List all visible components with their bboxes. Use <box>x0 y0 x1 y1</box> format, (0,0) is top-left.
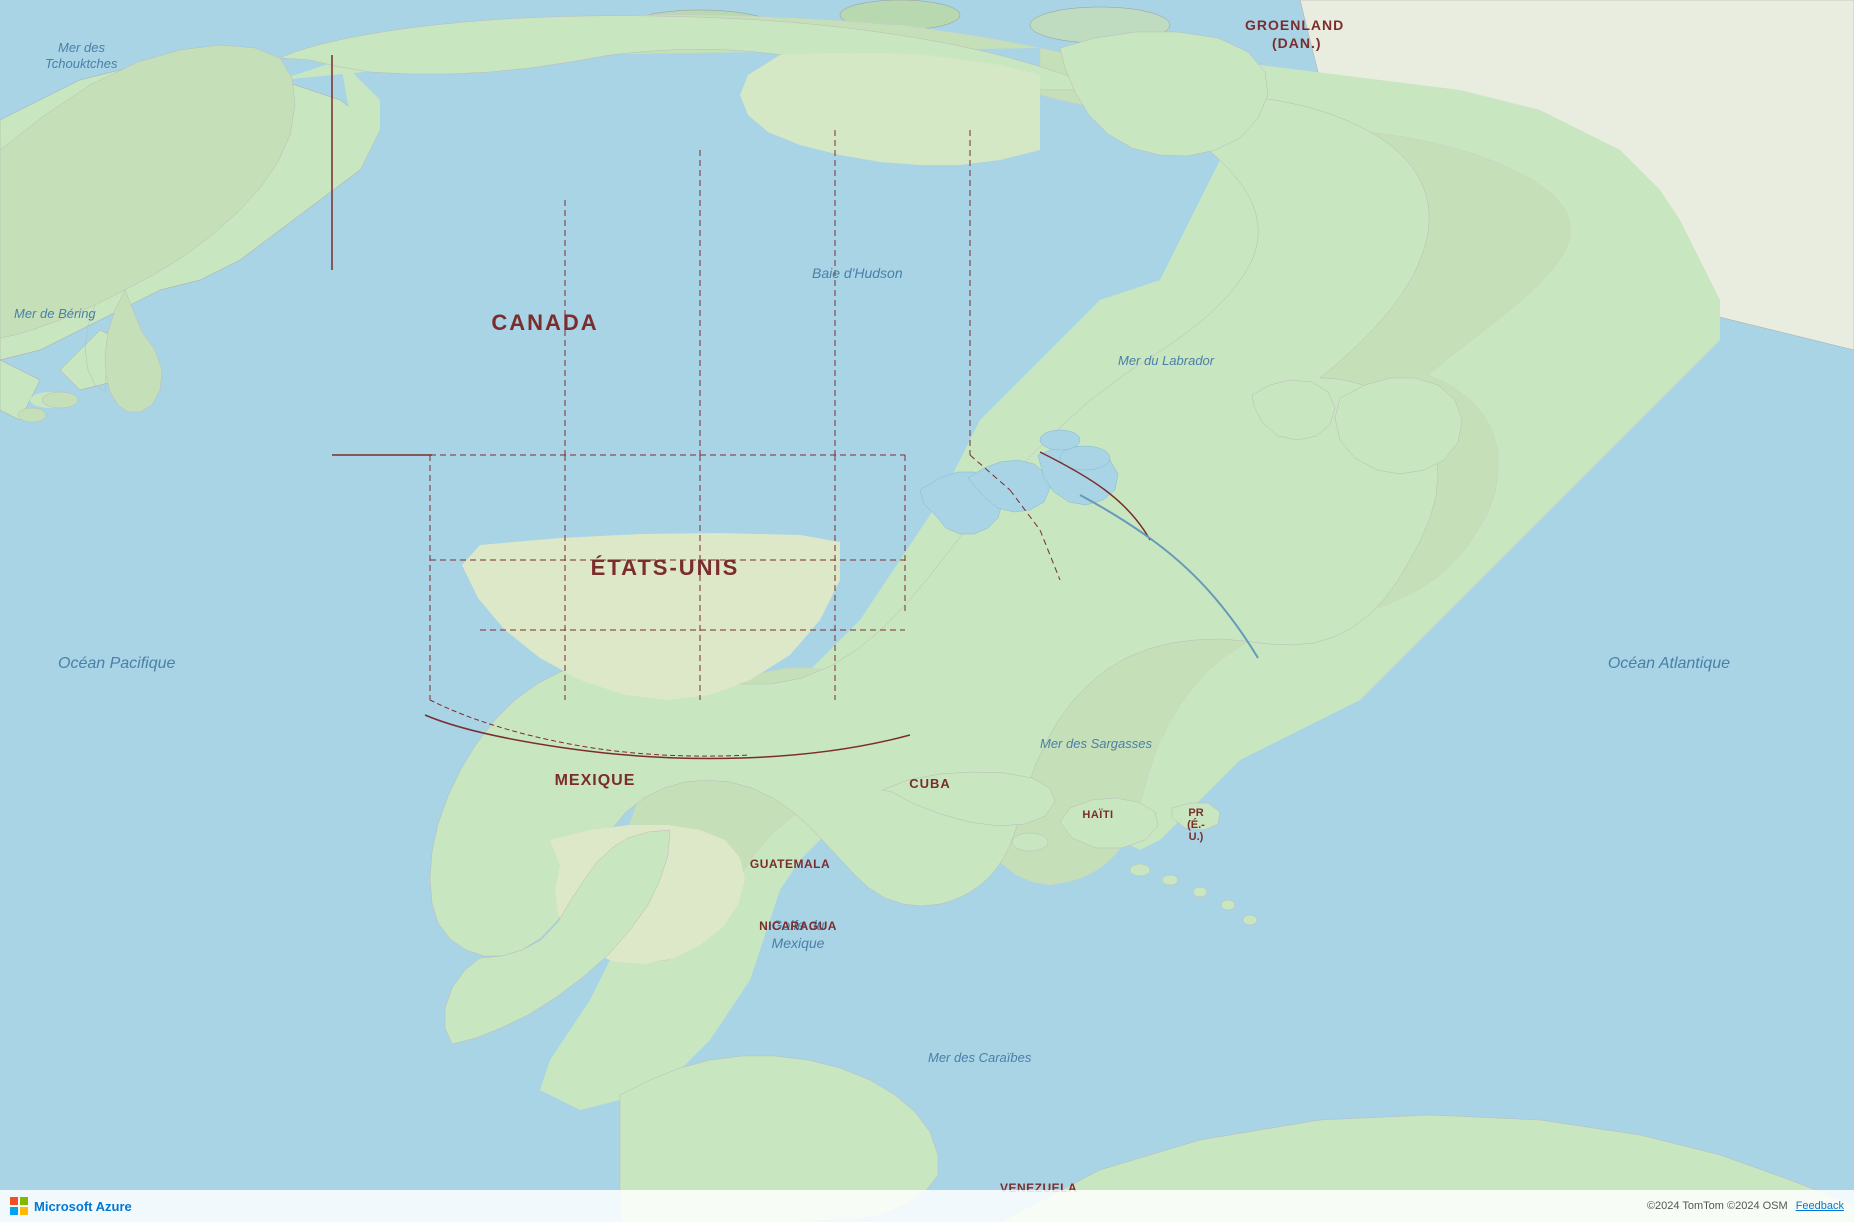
mexico-label: MEXIQUE <box>555 772 636 789</box>
azure-text: Microsoft Azure <box>34 1199 132 1214</box>
groenland-label: GROENLAND <box>1245 17 1344 33</box>
copyright-text: ©2024 TomTom ©2024 OSM <box>1647 1200 1788 1212</box>
pr-label3: U.) <box>1189 831 1204 843</box>
map-container: CANADA ÉTATS-UNIS MEXIQUE Mer des Tchouk… <box>0 0 1854 1222</box>
feedback-link[interactable]: Feedback <box>1796 1200 1844 1212</box>
mer-caraibes-label: Mer des Caraïbes <box>928 1050 1032 1065</box>
map-svg: CANADA ÉTATS-UNIS MEXIQUE Mer des Tchouk… <box>0 0 1854 1222</box>
ocean-pacifique-label: Océan Pacifique <box>58 655 176 672</box>
pr-label: PR <box>1188 807 1203 819</box>
mer-labrador-label: Mer du Labrador <box>1118 353 1215 368</box>
mer-tchouktches-label: Mer des <box>58 40 105 55</box>
microsoft-logo-icon <box>10 1197 28 1215</box>
groenland-dan-label: (DAN.) <box>1272 35 1322 51</box>
us-label: ÉTATS-UNIS <box>591 555 740 580</box>
baie-hudson-label: Baie d'Hudson <box>812 265 903 281</box>
nicaragua-label: NICARAGUA <box>759 919 837 933</box>
canada-label: CANADA <box>491 310 598 335</box>
mer-bering-label: Mer de Béring <box>14 306 96 321</box>
cuba-label: CUBA <box>909 776 951 791</box>
haiti-label: HAÏTI <box>1082 808 1113 821</box>
guatemala-label: GUATEMALA <box>750 857 830 871</box>
microsoft-azure-logo: Microsoft Azure <box>10 1197 132 1215</box>
golfe-mexique-label2: Mexique <box>772 935 825 951</box>
pr-label2: (É.- <box>1187 818 1205 831</box>
mer-tchouktches-label2: Tchouktches <box>45 56 118 71</box>
mer-sargasses-label: Mer des Sargasses <box>1040 736 1152 751</box>
ocean-atlantique-label: Océan Atlantique <box>1608 655 1730 672</box>
footer: Microsoft Azure ©2024 TomTom ©2024 OSM F… <box>0 1190 1854 1222</box>
